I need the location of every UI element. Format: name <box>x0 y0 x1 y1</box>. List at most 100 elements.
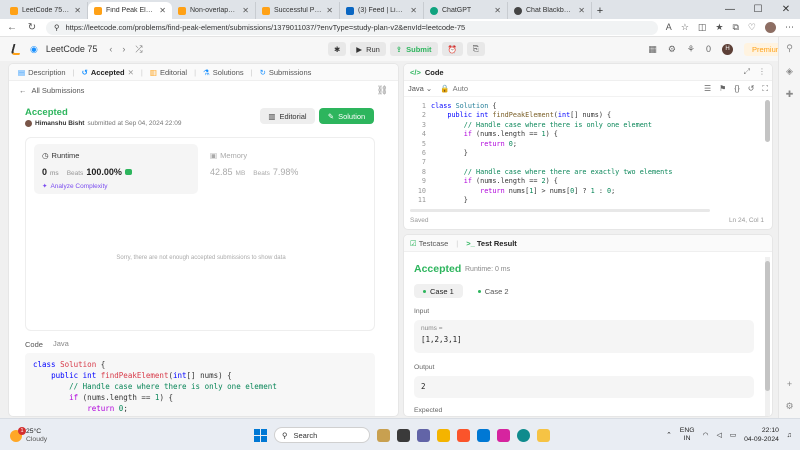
language-select[interactable]: Java ⌄ <box>408 84 432 93</box>
close-tab-icon[interactable]: ✕ <box>159 6 166 15</box>
panel-menu-icon[interactable]: ⋮ <box>758 67 766 77</box>
close-tab-icon[interactable]: ✕ <box>410 6 417 15</box>
folder-icon[interactable] <box>537 428 550 442</box>
sidebar-settings-icon[interactable]: ⚙ <box>785 401 793 412</box>
browser-tab-active[interactable]: Find Peak Element✕ <box>88 2 172 19</box>
tab-submissions[interactable]: ↻ Submissions <box>257 68 315 77</box>
tab-solutions[interactable]: ⚗ Solutions <box>200 68 247 77</box>
close-window-icon[interactable]: ✕ <box>772 4 800 15</box>
favorites-icon[interactable]: ★ <box>715 22 723 33</box>
memory-card[interactable]: ▣ Memory 42.85 MB Beats 7.98% <box>206 144 370 194</box>
submit-button[interactable]: ⇪ Submit <box>389 42 438 56</box>
browser-tab[interactable]: Chat Blackbox: AI C✕ <box>508 2 592 19</box>
user-avatar[interactable]: H <box>721 43 733 55</box>
split-screen-icon[interactable]: ◫ <box>698 22 707 33</box>
leetcode-logo-icon[interactable] <box>10 43 22 55</box>
health-icon[interactable]: ♡ <box>748 22 756 33</box>
volume-icon[interactable]: ◁ <box>716 431 721 439</box>
tab-editorial[interactable]: ▥ Editorial <box>147 68 190 77</box>
close-tab-icon[interactable]: ✕ <box>326 6 333 15</box>
tray-chevron-icon[interactable]: ⌃ <box>666 431 672 439</box>
tab-test-result[interactable]: >_ Test Result <box>466 239 517 248</box>
instagram-icon[interactable] <box>497 428 510 442</box>
more-menu-icon[interactable]: ⋯ <box>785 22 794 33</box>
result-scrollbar[interactable] <box>765 257 770 416</box>
close-tab-icon[interactable]: ✕ <box>494 6 501 15</box>
expand-icon[interactable]: ⤢ <box>744 67 750 77</box>
tab-description[interactable]: ▤ Description <box>15 68 69 77</box>
search-icon[interactable]: ⚲ <box>786 43 793 54</box>
notes-button[interactable]: ⏰ <box>441 42 463 56</box>
coins-count[interactable]: 0 <box>706 44 711 54</box>
tab-testcase[interactable]: ☑ Testcase <box>410 239 448 248</box>
browser-tab[interactable]: ChatGPT ✕ <box>424 2 508 19</box>
all-submissions-link[interactable]: ← All Submissions <box>19 86 84 95</box>
runtime-card[interactable]: ◷ Runtime 0 ms Beats 100.00% ✦ Analyze Com… <box>34 144 198 194</box>
profile-avatar[interactable] <box>765 22 776 33</box>
wifi-icon[interactable]: ◠ <box>703 431 709 439</box>
task-view-icon[interactable] <box>397 428 410 442</box>
reload-icon[interactable]: ↻ <box>26 22 38 33</box>
language-indicator[interactable]: ENG IN <box>680 427 695 443</box>
store-icon[interactable] <box>477 428 490 442</box>
file-explorer-icon[interactable] <box>437 428 450 442</box>
site-info-icon[interactable]: ⚲ <box>54 23 60 32</box>
code-editor[interactable]: 1 2 3 4 5 6 7 8 9 10 11 class Solution {… <box>404 99 764 206</box>
read-aloud-icon[interactable]: A <box>666 22 672 33</box>
notification-bell-icon[interactable]: ♫ <box>787 432 792 439</box>
url-field[interactable]: ⚲ https://leetcode.com/problems/find-pea… <box>46 20 658 35</box>
fullscreen-icon[interactable]: ⛶ <box>762 84 768 94</box>
close-tab-icon[interactable]: ✕ <box>242 6 249 15</box>
collections-icon[interactable]: ⧉ <box>732 22 738 33</box>
windows-start-icon[interactable] <box>254 428 267 442</box>
solution-button[interactable]: ✎ Solution <box>319 108 374 124</box>
share-link-icon[interactable]: ⛓ <box>377 85 388 96</box>
browser-tab[interactable]: LeetCode 75 - Study✕ <box>4 2 88 19</box>
browser-tab[interactable]: Successful Pairs of S✕ <box>256 2 340 19</box>
shuffle-icon[interactable]: ⤮ <box>135 44 142 55</box>
debug-button[interactable]: ✱ <box>328 42 347 56</box>
weather-widget[interactable]: 25°C Cloudy <box>10 427 47 444</box>
editorial-button[interactable]: ▥ Editorial <box>260 108 315 124</box>
close-tab-icon[interactable]: ✕ <box>128 68 134 77</box>
taskbar-search[interactable]: ⚲ Search <box>274 427 370 443</box>
battery-icon[interactable]: ▭ <box>730 431 736 439</box>
reset-icon[interactable]: ↺ <box>748 84 755 94</box>
format-icon[interactable]: ☰ <box>704 84 711 94</box>
tab-accepted[interactable]: ↺ Accepted ✕ <box>79 68 137 77</box>
favorite-star-icon[interactable]: ☆ <box>681 22 689 33</box>
browser-tab[interactable]: (3) Feed | LinkedIn✕ <box>340 2 424 19</box>
case-2-tab[interactable]: Case 2 <box>469 284 518 298</box>
bookmark-icon[interactable]: ⚑ <box>719 84 726 94</box>
settings-gear-icon[interactable]: ⚙ <box>668 44 676 55</box>
copilot-icon[interactable]: ◈ <box>786 66 793 77</box>
output-value: 2 <box>421 382 426 391</box>
streak-fire-icon[interactable]: ⚘ <box>687 44 695 55</box>
editor-horizontal-scrollbar[interactable] <box>410 209 710 212</box>
next-problem-icon[interactable]: › <box>122 44 125 55</box>
close-tab-icon[interactable]: ✕ <box>74 6 81 15</box>
brave-browser-icon[interactable] <box>457 428 470 442</box>
braces-icon[interactable]: {} <box>734 84 739 94</box>
tools-icon[interactable]: ✚ <box>786 89 794 100</box>
whiteboard-button[interactable]: ⎘ <box>466 42 485 56</box>
auto-mode-toggle[interactable]: 🔒 Auto <box>440 84 468 93</box>
minimize-icon[interactable]: — <box>716 4 744 15</box>
add-icon[interactable]: + <box>787 379 792 389</box>
case-1-tab[interactable]: Case 1 <box>414 284 463 298</box>
new-tab-button[interactable]: + <box>592 2 608 19</box>
widgets-app-icon[interactable] <box>377 428 390 442</box>
browser-tab[interactable]: Non-overlapping Int✕ <box>172 2 256 19</box>
close-tab-icon[interactable]: ✕ <box>578 6 585 15</box>
prev-problem-icon[interactable]: ‹ <box>109 44 112 55</box>
run-button[interactable]: ▶ Run <box>350 42 386 56</box>
edge-browser-icon[interactable] <box>517 428 530 442</box>
editor-scrollbar[interactable] <box>765 100 770 142</box>
clock[interactable]: 22:10 04-09-2024 <box>744 426 779 444</box>
maximize-icon[interactable]: ☐ <box>744 4 772 15</box>
back-icon[interactable]: ← <box>6 22 18 33</box>
study-plan-title[interactable]: LeetCode 75 <box>46 44 98 54</box>
teams-icon[interactable] <box>417 428 430 442</box>
layout-icon[interactable]: ▦ <box>648 44 657 55</box>
analyze-complexity-link[interactable]: ✦ Analyze Complexity <box>42 182 108 191</box>
